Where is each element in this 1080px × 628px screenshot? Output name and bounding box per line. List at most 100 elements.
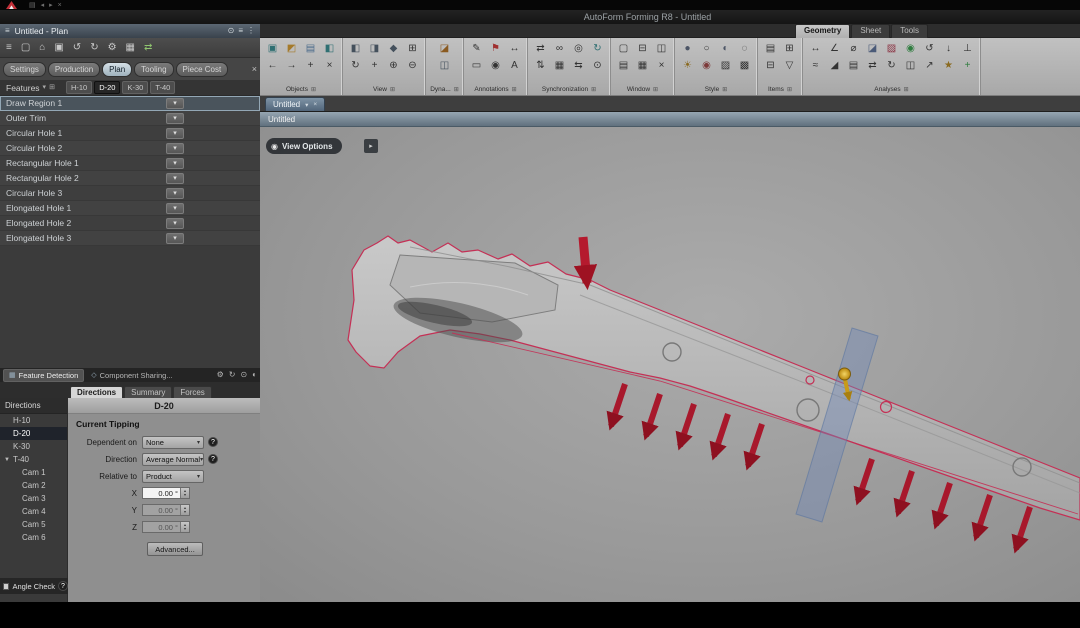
direction-item-d-20[interactable]: D-20 — [0, 427, 67, 440]
wireframe-style-icon[interactable]: ○ — [697, 40, 716, 57]
feature-operation-button[interactable]: ▾ — [166, 172, 184, 184]
tab-feature-detection[interactable]: ▦ Feature Detection — [3, 368, 85, 382]
dimension-icon[interactable]: ↔ — [505, 40, 524, 57]
zoom-in-icon[interactable]: ⊕ — [384, 57, 403, 74]
ribbon-group-expand-icon[interactable]: ⊞ — [653, 86, 658, 93]
feature-row-elongated-hole-1[interactable]: Elongated Hole 1 ▾ — [0, 201, 260, 216]
direction-help-icon[interactable]: ? — [208, 454, 218, 464]
next-object-icon[interactable]: → — [282, 57, 301, 74]
angle-y-input[interactable]: 0.00 ° ▴ ▾ — [142, 504, 190, 516]
save-icon[interactable]: ▣ — [54, 42, 63, 53]
plan-tab-plan[interactable]: Plan — [102, 61, 133, 77]
pin-icon[interactable]: ⊙ — [228, 27, 235, 35]
draw-depth-icon[interactable]: ↓ — [939, 40, 958, 57]
rotate-view-icon[interactable]: ↻ — [346, 57, 365, 74]
add-item-icon[interactable]: ⊞ — [780, 40, 799, 57]
list-icon[interactable]: ≡ — [238, 27, 243, 35]
direction-item-h-10[interactable]: H-10 — [0, 414, 67, 427]
feature-operation-button[interactable]: ▾ — [166, 217, 184, 229]
plan-tab-tooling[interactable]: Tooling — [134, 61, 174, 77]
favorite-icon[interactable]: ★ — [939, 57, 958, 74]
direction-item-cam-5[interactable]: Cam 5 — [0, 518, 67, 531]
feature-row-circular-hole-1[interactable]: Circular Hole 1 ▾ — [0, 126, 260, 141]
angle-check-row[interactable]: Angle Check ? — [0, 578, 68, 594]
feature-operation-button[interactable]: ▾ — [166, 112, 184, 124]
document-tab[interactable]: Untitled ▾ × — [265, 97, 326, 111]
delete-object-icon[interactable]: × — [320, 57, 339, 74]
add-object-icon[interactable]: + — [301, 57, 320, 74]
feature-row-circular-hole-2[interactable]: Circular Hole 2 ▾ — [0, 141, 260, 156]
flag-icon[interactable]: ⚑ — [486, 40, 505, 57]
shaded-style-icon[interactable]: ● — [678, 40, 697, 57]
texture-style-icon[interactable]: ▨ — [716, 57, 735, 74]
transparent-style-icon[interactable]: ◌ — [735, 40, 754, 57]
curvature-icon[interactable]: ≈ — [806, 57, 825, 74]
measure-angle-icon[interactable]: ∠ — [825, 40, 844, 57]
view-options-expand[interactable]: ▸ — [364, 139, 378, 153]
tree-expander-icon[interactable]: ▼ — [4, 457, 11, 463]
section-analysis-icon[interactable]: ◪ — [863, 40, 882, 57]
direction-item-cam-2[interactable]: Cam 2 — [0, 479, 67, 492]
plan-tab-settings[interactable]: Settings — [3, 61, 46, 77]
hamburger-icon[interactable]: ≡ — [5, 27, 10, 35]
zoom-out-icon[interactable]: ⊖ — [403, 57, 422, 74]
prev-object-icon[interactable]: ← — [263, 57, 282, 74]
undo-icon[interactable]: ↺ — [73, 42, 81, 53]
direction-item-k-30[interactable]: K-30 — [0, 440, 67, 453]
part-object-icon[interactable]: ◧ — [320, 40, 339, 57]
tile-windows-icon[interactable]: ▦ — [633, 57, 652, 74]
zoom-fit-icon[interactable]: ⊞ — [403, 40, 422, 57]
ribbon-group-expand-icon[interactable]: ⊞ — [390, 86, 395, 93]
feature-operation-button[interactable]: ▾ — [166, 202, 184, 214]
hide-item-icon[interactable]: ⊟ — [761, 57, 780, 74]
clipping-plane-icon[interactable]: ◫ — [435, 57, 454, 74]
dependent-on-help-icon[interactable]: ? — [208, 437, 218, 447]
angle-z-spinner[interactable]: ▴ ▾ — [180, 522, 189, 532]
ribbon-group-expand-icon[interactable]: ⊞ — [512, 86, 517, 93]
detect-refresh-icon[interactable]: ↻ — [229, 371, 236, 379]
feature-operation-button[interactable]: ▾ — [166, 142, 184, 154]
ribbon-tab-tools[interactable]: Tools — [891, 24, 928, 38]
panel-close-icon[interactable]: × — [252, 64, 257, 74]
angle-check-checkbox[interactable] — [3, 582, 10, 590]
feature-operation-button[interactable]: ▾ — [166, 97, 184, 109]
export-result-icon[interactable]: ↗ — [920, 57, 939, 74]
direction-item-cam-6[interactable]: Cam 6 — [0, 531, 67, 544]
ribbon-group-expand-icon[interactable]: ⊞ — [722, 86, 727, 93]
viewport-3d[interactable]: ◉ View Options ▸ — [260, 127, 1080, 602]
color-style-icon[interactable]: ◉ — [697, 57, 716, 74]
direction-item-cam-1[interactable]: Cam 1 — [0, 466, 67, 479]
advanced-button[interactable]: Advanced... — [147, 542, 203, 556]
sync-link-icon[interactable]: ∞ — [550, 40, 569, 57]
ribbon-group-expand-icon[interactable]: ⊞ — [904, 86, 909, 93]
sync-update-icon[interactable]: ⇄ — [144, 42, 152, 53]
plan-tab-piece-cost[interactable]: Piece Cost — [175, 61, 229, 77]
direction-item-cam-3[interactable]: Cam 3 — [0, 492, 67, 505]
subtab-summary[interactable]: Summary — [124, 386, 173, 398]
angle-z-input[interactable]: 0.00 ° ▴ ▾ — [142, 521, 190, 533]
history-icon[interactable]: ↻ — [882, 57, 901, 74]
ribbon-tab-geometry[interactable]: Geometry — [795, 24, 851, 38]
subtab-forces[interactable]: Forces — [173, 386, 212, 398]
undercut-icon[interactable]: ◢ — [825, 57, 844, 74]
edges-style-icon[interactable]: ▩ — [735, 57, 754, 74]
view-options-button[interactable]: ◉ View Options — [266, 138, 342, 154]
detect-palette-icon[interactable]: ◐ — [252, 371, 257, 379]
measure-radius-icon[interactable]: ⌀ — [844, 40, 863, 57]
tab-dropdown-icon[interactable]: ▾ — [305, 101, 308, 109]
surface-normal-icon[interactable]: ⊥ — [958, 40, 977, 57]
cascade-windows-icon[interactable]: ▤ — [614, 57, 633, 74]
layout-grid-icon[interactable]: ▦ — [126, 42, 135, 53]
detect-target-icon[interactable]: ⊙ — [240, 371, 247, 379]
add-analysis-icon[interactable]: + — [958, 57, 977, 74]
report-icon[interactable]: ▤ — [844, 57, 863, 74]
sync-target-icon[interactable]: ⊙ — [588, 57, 607, 74]
tool-object-icon[interactable]: ▣ — [263, 40, 282, 57]
feature-operation-button[interactable]: ▾ — [166, 187, 184, 199]
view-front-icon[interactable]: ◧ — [346, 40, 365, 57]
direction-item-cam-4[interactable]: Cam 4 — [0, 505, 67, 518]
feature-column-h-10[interactable]: H-10 — [65, 81, 93, 94]
ribbon-group-expand-icon[interactable]: ⊞ — [454, 86, 459, 93]
sync-swap-icon[interactable]: ⇆ — [569, 57, 588, 74]
tipping-direction-arrow[interactable] — [573, 236, 598, 291]
